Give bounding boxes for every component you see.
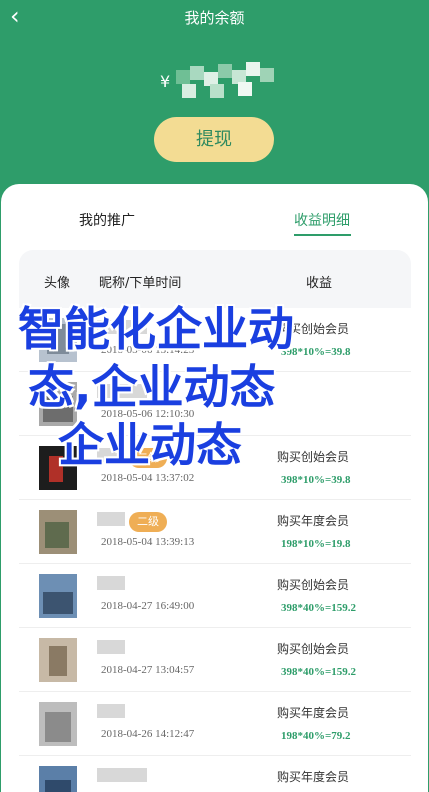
earning-calc: 198*10%=19.8 xyxy=(281,538,351,550)
nickname-obscured xyxy=(97,384,147,398)
order-time: 2018-05-04 13:37:02 xyxy=(101,472,195,484)
avatar xyxy=(39,574,77,618)
avatar xyxy=(39,318,77,362)
nickname-obscured xyxy=(97,576,125,590)
purchase-desc: 购买创始会员 xyxy=(277,322,350,336)
tab-my-promotion[interactable]: 我的推广 xyxy=(79,210,135,230)
tab-earnings-detail[interactable]: 收益明细 xyxy=(294,210,350,230)
amount-mosaic xyxy=(176,62,276,100)
purchase-desc: 购买年度会员 xyxy=(277,514,350,528)
top-bar: ‹ 我的余额 xyxy=(0,0,429,34)
purchase-desc: 购买创始会员 xyxy=(277,642,350,656)
avatar xyxy=(39,702,77,746)
table-row[interactable]: 2018-04-27 16:49:00 购买创始会员 398*40%=159.2 xyxy=(19,564,411,628)
table-row[interactable]: 2018-04-26 14:12:47 购买年度会员 198*40%=79.2 xyxy=(19,692,411,756)
earning-calc: 198*40%=79.2 xyxy=(281,730,351,742)
order-time: 2018-05-06 13:14:25 xyxy=(101,344,195,356)
purchase-desc: 购买年度会员 xyxy=(277,770,350,784)
order-time: 2018-05-04 13:39:13 xyxy=(101,536,195,548)
nickname-obscured xyxy=(97,448,125,462)
earning-calc: 398*40%=159.2 xyxy=(281,602,357,614)
avatar xyxy=(39,510,77,554)
withdraw-button[interactable]: 提现 xyxy=(154,117,274,162)
column-earnings: 收益 xyxy=(306,276,333,291)
avatar xyxy=(39,638,77,682)
table-row[interactable]: 2018-04-27 13:04:57 购买创始会员 398*40%=159.2 xyxy=(19,628,411,692)
table-row[interactable]: 二级 2018-05-04 13:37:02 购买创始会员 398*10%=39… xyxy=(19,436,411,500)
purchase-desc: 购买创始会员 xyxy=(277,450,350,464)
order-time: 2018-04-27 16:49:00 xyxy=(101,600,195,612)
nickname-obscured xyxy=(97,512,125,526)
nickname-obscured xyxy=(97,768,147,782)
avatar xyxy=(39,382,77,426)
earning-calc: 398*40%=159.2 xyxy=(281,666,357,678)
earnings-sheet: 我的推广 收益明细 头像 昵称/下单时间 收益 2018-05-06 13:14… xyxy=(1,184,428,792)
earnings-table: 头像 昵称/下单时间 收益 2018-05-06 13:14:25 购买创始会员… xyxy=(19,250,411,792)
table-row[interactable]: 购买年度会员 xyxy=(19,756,411,792)
level-badge: 二级 xyxy=(129,512,167,532)
earning-calc: 398*10%=39.8 xyxy=(281,474,351,486)
order-time: 2018-05-06 12:10:30 xyxy=(101,408,195,420)
column-avatar: 头像 xyxy=(44,276,71,291)
currency-symbol: ¥ xyxy=(160,72,171,91)
table-header: 头像 昵称/下单时间 收益 xyxy=(19,250,411,308)
active-tab-indicator xyxy=(294,234,351,236)
tab-bar: 我的推广 收益明细 xyxy=(1,184,428,244)
order-time: 2018-04-27 13:04:57 xyxy=(101,664,195,676)
table-row[interactable]: 2018-05-06 13:14:25 购买创始会员 398*10%=39.8 xyxy=(19,308,411,372)
purchase-desc: 购买创始会员 xyxy=(277,578,350,592)
purchase-desc: 购买年度会员 xyxy=(277,706,350,720)
table-row[interactable]: 二级 2018-05-04 13:39:13 购买年度会员 198*10%=19… xyxy=(19,500,411,564)
level-badge: 二级 xyxy=(129,448,167,468)
nickname-obscured xyxy=(97,320,147,334)
nickname-obscured xyxy=(97,704,125,718)
order-time: 2018-04-26 14:12:47 xyxy=(101,728,195,740)
avatar xyxy=(39,766,77,792)
page-title: 我的余额 xyxy=(184,9,245,27)
column-nickname-time: 昵称/下单时间 xyxy=(99,276,182,291)
table-row[interactable]: 2018-05-06 12:10:30 xyxy=(19,372,411,436)
nickname-obscured xyxy=(97,640,125,654)
earning-calc: 398*10%=39.8 xyxy=(281,346,351,358)
balance-amount: ¥ xyxy=(160,62,280,102)
avatar xyxy=(39,446,77,490)
